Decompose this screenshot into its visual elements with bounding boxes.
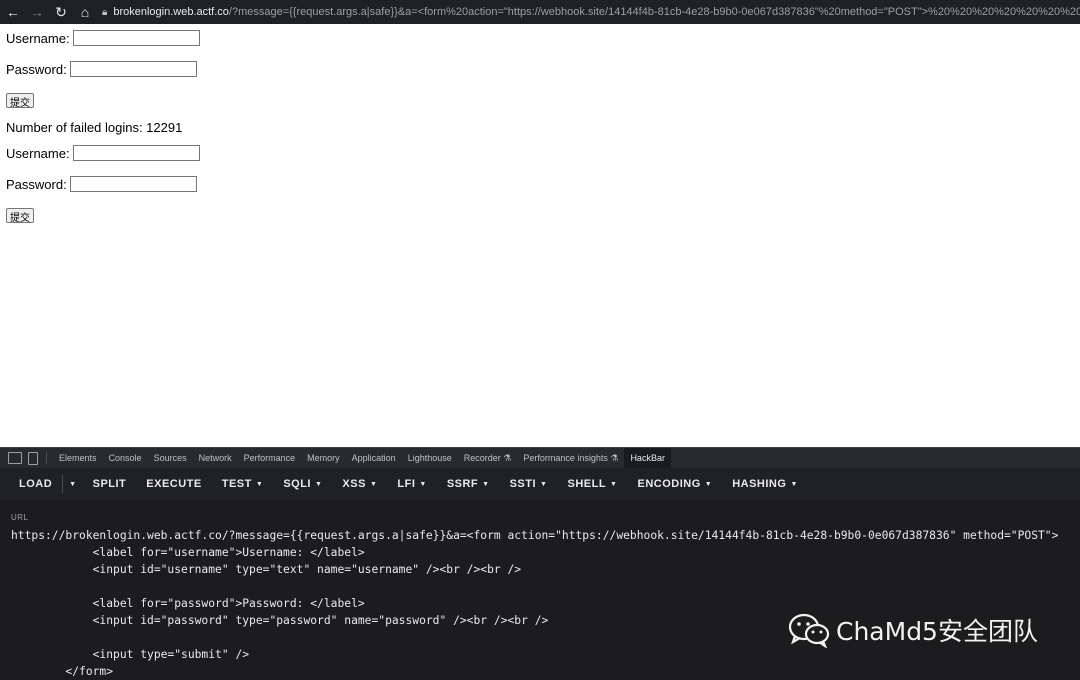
- chevron-down-icon: ▼: [704, 480, 713, 488]
- tab-lighthouse[interactable]: Lighthouse: [402, 448, 458, 468]
- encoding-menu-button[interactable]: ENCODING ▼: [627, 468, 722, 500]
- split-button[interactable]: SPLIT: [83, 468, 137, 500]
- test-menu-button[interactable]: TEST ▼: [212, 468, 274, 500]
- browser-toolbar: ← → ↻ ⌂ 🔒︎ brokenlogin.web.actf.co /?mes…: [0, 0, 1080, 24]
- tab-hackbar[interactable]: HackBar: [624, 448, 671, 468]
- chevron-down-icon: ▼: [610, 480, 618, 488]
- tab-performance-insights[interactable]: Performance insights ⚗: [517, 448, 624, 468]
- password-field-2[interactable]: [69, 176, 197, 192]
- forward-icon[interactable]: →: [26, 0, 48, 24]
- shell-menu-button[interactable]: SHELL ▼: [557, 468, 627, 500]
- load-dropdown-button[interactable]: ▼: [63, 468, 82, 500]
- chevron-down-icon: ▼: [314, 480, 323, 488]
- password-field[interactable]: [69, 61, 197, 77]
- chevron-down-icon: ▼: [419, 480, 427, 488]
- tab-network[interactable]: Network: [193, 448, 238, 468]
- url-textarea[interactable]: https://brokenlogin.web.actf.co/?message…: [11, 527, 1058, 680]
- password-row-2: Password:: [6, 176, 200, 192]
- devtools-tabbar: Elements Console Sources Network Perform…: [0, 447, 1080, 468]
- ssrf-menu-button[interactable]: SSRF ▼: [437, 468, 500, 500]
- failed-logins-text: Number of failed logins: 12291: [6, 119, 183, 135]
- sqli-menu-button[interactable]: SQLI ▼: [273, 468, 332, 500]
- url-path: /?message={{request.args.a|safe}}&a=<for…: [228, 6, 1080, 18]
- inspect-icon[interactable]: [8, 452, 22, 464]
- ssti-menu-button[interactable]: SSTI ▼: [500, 468, 558, 500]
- lock-icon: 🔒︎: [102, 6, 108, 18]
- tab-recorder[interactable]: Recorder ⚗: [458, 448, 518, 468]
- tab-application[interactable]: Application: [346, 448, 402, 468]
- xss-menu-button[interactable]: XSS ▼: [332, 468, 387, 500]
- chevron-down-icon: ▼: [255, 480, 264, 488]
- watermark-text: ChaMd5安全团队: [836, 617, 1038, 646]
- password-row: Password:: [6, 61, 200, 77]
- back-icon[interactable]: ←: [2, 0, 24, 24]
- username-row: Username:: [6, 30, 200, 46]
- chevron-down-icon: ▼: [69, 480, 77, 488]
- username-row-2: Username:: [6, 145, 200, 161]
- reload-icon[interactable]: ↻: [50, 0, 72, 24]
- username-label-2: Username:: [6, 145, 70, 161]
- username-field-2[interactable]: [72, 145, 200, 161]
- chevron-down-icon: ▼: [540, 480, 548, 488]
- chevron-down-icon: ▼: [482, 480, 490, 488]
- device-toggle-icon[interactable]: [28, 451, 38, 465]
- submit-button-2[interactable]: 提交: [6, 207, 34, 224]
- lfi-menu-button[interactable]: LFI ▼: [387, 468, 436, 500]
- submit-button[interactable]: 提交: [6, 92, 34, 109]
- hackbar-url-panel: URL https://brokenlogin.web.actf.co/?mes…: [0, 500, 1080, 680]
- execute-button[interactable]: EXECUTE: [136, 468, 211, 500]
- hackbar-toolbar: LOAD ▼ SPLIT EXECUTE TEST ▼ SQLI ▼ XSS ▼ LF…: [0, 468, 1080, 500]
- username-label: Username:: [6, 30, 70, 46]
- tab-performance[interactable]: Performance: [238, 448, 302, 468]
- password-label: Password:: [6, 61, 67, 77]
- load-button[interactable]: LOAD: [0, 468, 62, 500]
- url-label: URL: [11, 513, 29, 522]
- watermark: ChaMd5安全团队: [788, 612, 1038, 648]
- wechat-icon: [788, 613, 830, 648]
- tab-memory[interactable]: Memory: [301, 448, 346, 468]
- home-icon[interactable]: ⌂: [74, 0, 96, 24]
- chevron-down-icon: ▼: [790, 480, 798, 488]
- hashing-menu-button[interactable]: HASHING ▼: [722, 468, 808, 500]
- page-content: Username: Password: 提交 Number of failed …: [6, 30, 200, 224]
- username-field[interactable]: [72, 30, 200, 46]
- chevron-down-icon: ▼: [369, 480, 378, 488]
- tab-console[interactable]: Console: [103, 448, 148, 468]
- url-host: brokenlogin.web.actf.co: [113, 6, 229, 18]
- address-bar[interactable]: 🔒︎ brokenlogin.web.actf.co /?message={{r…: [102, 2, 1080, 22]
- password-label-2: Password:: [6, 176, 67, 192]
- tab-sources[interactable]: Sources: [148, 448, 193, 468]
- tab-elements[interactable]: Elements: [53, 448, 103, 468]
